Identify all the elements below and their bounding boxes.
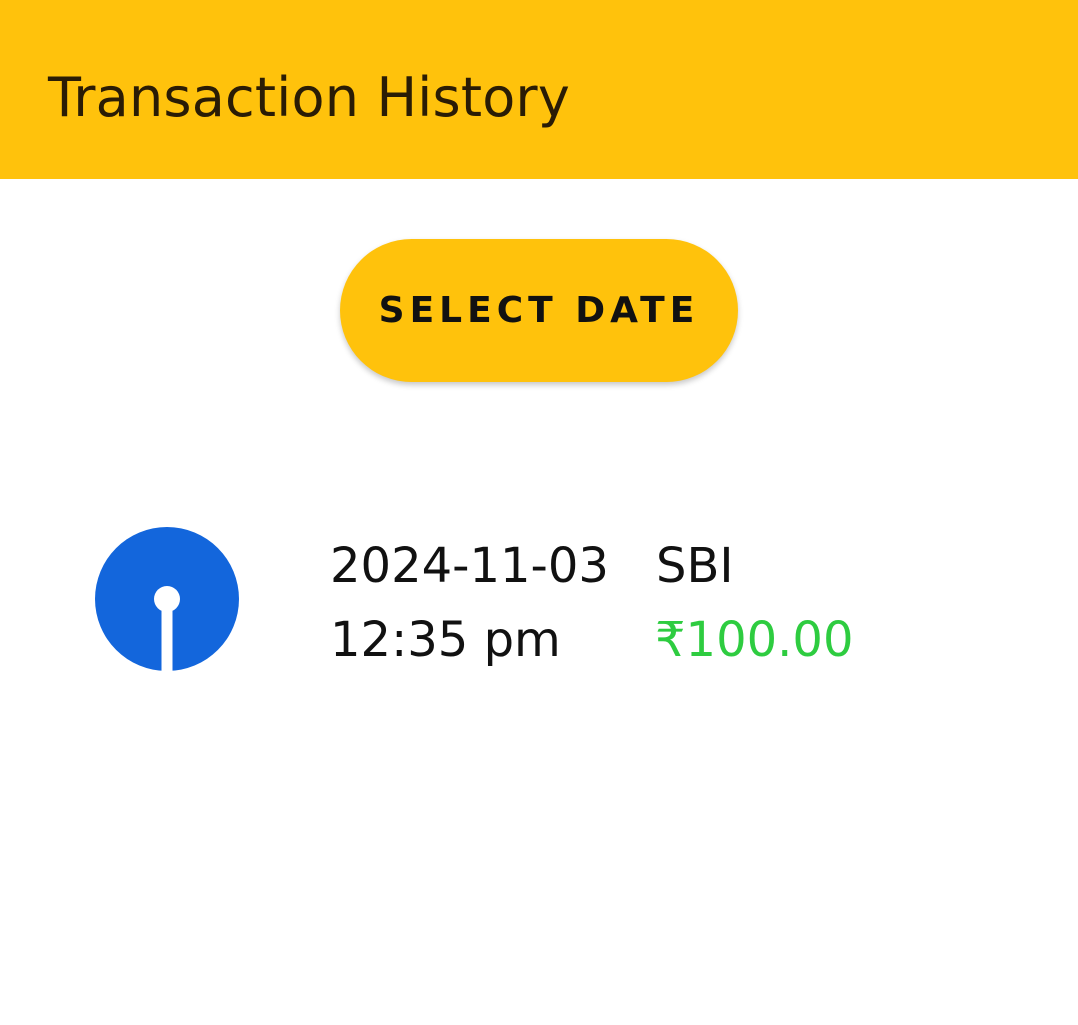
transaction-time: 12:35 pm	[330, 612, 561, 668]
transaction-row[interactable]: 2024-11-03 12:35 pm SBI ₹100.00	[0, 510, 1078, 690]
app-bar: Transaction History	[0, 0, 1078, 179]
transaction-bank: SBI	[656, 538, 734, 594]
select-date-button[interactable]: SELECT DATE	[340, 239, 738, 382]
page-title: Transaction History	[48, 66, 570, 129]
transaction-amount: ₹100.00	[655, 612, 854, 668]
sbi-logo-icon	[95, 527, 239, 671]
transaction-date: 2024-11-03	[330, 538, 609, 594]
